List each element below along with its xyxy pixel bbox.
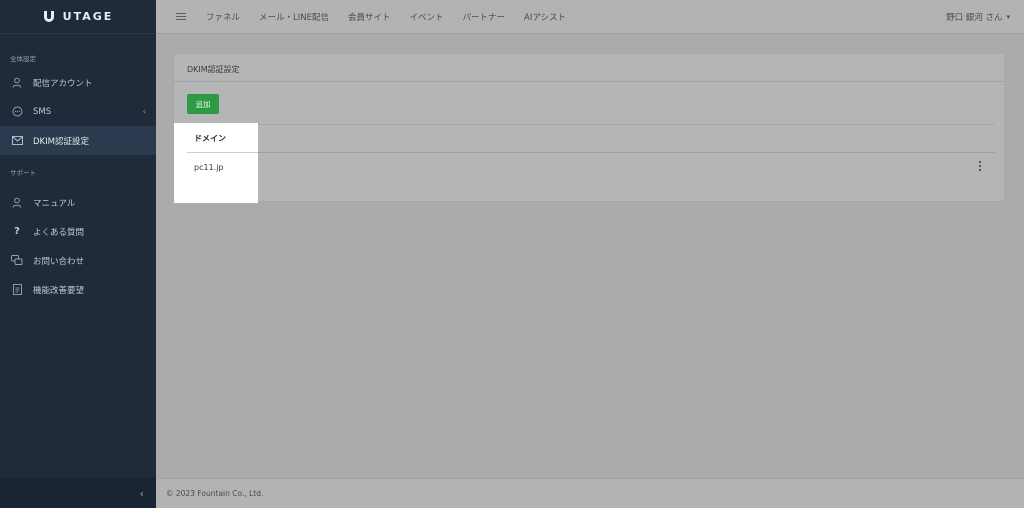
chat-icon — [11, 106, 23, 118]
top-nav-funnel[interactable]: ファネル — [206, 11, 240, 23]
table-header-divider-highlight — [187, 152, 258, 153]
section-label-support: サポート — [10, 169, 36, 177]
copyright-text: © 2023 Fountain Co., Ltd. — [166, 489, 264, 498]
caret-down-icon: ▾ — [1006, 13, 1010, 21]
user-icon — [11, 197, 23, 209]
top-navbar: ファネル メール・LINE配信 会員サイト イベント パートナー AIアシスト … — [156, 0, 1024, 34]
sidebar-item-label: DKIM認証設定 — [33, 136, 89, 147]
sidebar: UTAGE 全体設定 配信アカウント SMS ‹ DKIM認証設定 サポート マ… — [0, 0, 156, 508]
collapse-sidebar-icon[interactable]: ‹ — [140, 487, 144, 500]
sidebar-item-faq[interactable]: ? よくある質問 — [0, 217, 156, 246]
sidebar-item-label: 機能改善要望 — [33, 285, 85, 296]
user-icon — [11, 77, 23, 89]
menu-icon[interactable] — [176, 13, 186, 20]
sidebar-item-label: よくある質問 — [33, 227, 85, 238]
document-icon — [11, 284, 23, 296]
more-options-icon[interactable] — [978, 161, 982, 171]
user-menu[interactable]: 野口 銀河 さん ▾ — [946, 0, 1010, 34]
table-header-divider — [187, 152, 995, 153]
dkim-card: DKIM認証設定 追加 ドメイン pc11.jp — [173, 53, 1005, 203]
top-nav-ai-assist[interactable]: AIアシスト — [524, 11, 566, 23]
sidebar-item-manual[interactable]: マニュアル — [0, 188, 156, 217]
section-label-general: 全体設定 — [10, 55, 36, 63]
card-title: DKIM認証設定 — [174, 54, 1004, 82]
logo-text: UTAGE — [62, 10, 114, 23]
utage-logo-icon — [43, 10, 55, 23]
table-cell-domain: pc11.jp — [194, 163, 224, 172]
top-nav: ファネル メール・LINE配信 会員サイト イベント パートナー AIアシスト — [206, 11, 585, 23]
sidebar-item-label: マニュアル — [33, 198, 76, 209]
chevron-left-icon: ‹ — [142, 107, 146, 116]
top-nav-mail-line[interactable]: メール・LINE配信 — [259, 11, 329, 23]
sidebar-item-label: お問い合わせ — [33, 256, 85, 267]
mail-icon — [11, 135, 23, 147]
top-nav-partner[interactable]: パートナー — [463, 11, 506, 23]
sidebar-item-label: 配信アカウント — [33, 78, 93, 89]
sidebar-item-dkim[interactable]: DKIM認証設定 — [0, 126, 156, 155]
footer: © 2023 Fountain Co., Ltd. — [156, 478, 1024, 508]
top-nav-event[interactable]: イベント — [410, 11, 444, 23]
sidebar-item-sms[interactable]: SMS ‹ — [0, 97, 156, 126]
sidebar-item-delivery-account[interactable]: 配信アカウント — [0, 68, 156, 97]
user-name: 野口 銀河 さん — [946, 13, 1003, 23]
sidebar-collapse-bar: ‹ — [0, 478, 156, 508]
chat-bubbles-icon — [11, 255, 23, 267]
top-nav-member-site[interactable]: 会員サイト — [348, 11, 391, 23]
sidebar-item-contact[interactable]: お問い合わせ — [0, 246, 156, 275]
sidebar-item-label: SMS — [33, 106, 52, 117]
divider — [187, 124, 995, 125]
table-header-domain: ドメイン — [194, 134, 226, 143]
add-button[interactable]: 追加 — [187, 94, 219, 114]
logo[interactable]: UTAGE — [0, 0, 156, 34]
question-icon: ? — [14, 226, 20, 237]
sidebar-item-feature-request[interactable]: 機能改善要望 — [0, 275, 156, 304]
